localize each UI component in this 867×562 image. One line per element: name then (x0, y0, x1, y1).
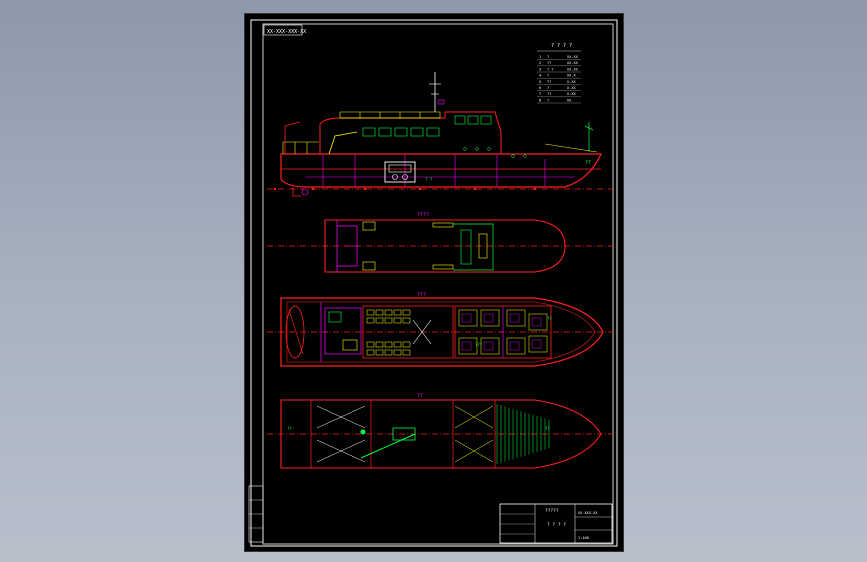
param-table-rows: 1? XX.XX 2?? XX.XX 3 ? ? XX.XX 4? XX.X 5?? X.XX 6? X… (537, 55, 581, 104)
cabin-berth (531, 339, 542, 349)
seat (375, 341, 384, 348)
param-table-heading: ? ? ? ? (551, 43, 572, 49)
cabin (458, 309, 478, 327)
param-cell: X.XX (567, 80, 576, 84)
param-cell: 7 (539, 92, 541, 96)
svg-text:??: ?? (287, 426, 292, 431)
ship-general-arrangement: XX-XXX-XXX-XX ? ? ? ? 1? XX.XX 2?? XX.XX 3 ? … (248, 19, 618, 547)
param-cell: ? (547, 55, 549, 59)
cabin (528, 335, 548, 353)
parameter-table: ? ? ? ? 1? XX.XX2?? XX.XX3? ? XX.XX4? XX.X5?… (537, 43, 581, 104)
cabin (528, 313, 548, 331)
seat (366, 341, 375, 348)
main-deck-label: ??? (417, 292, 426, 298)
seat (375, 349, 384, 356)
cabin-berth (509, 341, 520, 351)
cabin-berth (483, 341, 494, 351)
cabin (506, 309, 526, 327)
saloon-seats (366, 309, 411, 356)
title-block-scale: 1:100 (578, 536, 589, 540)
hold-label: ?? (417, 393, 423, 399)
cabin-berth (461, 341, 472, 351)
param-cell: ?? (547, 92, 551, 96)
seat (393, 341, 402, 348)
engine-machinery (384, 161, 416, 183)
param-cell: 4 (539, 74, 541, 78)
cabin-berth (461, 313, 472, 323)
svg-text:??: ?? (585, 160, 591, 166)
hold-plan: ?? ?? ?? (267, 393, 613, 469)
svg-text:? ?: ? ? (425, 177, 433, 182)
seat (384, 317, 393, 324)
main-deck-plan: ??? ?? ??? (267, 292, 613, 367)
svg-text:??: ?? (545, 426, 550, 431)
param-cell: ? (547, 98, 549, 102)
aft-crane (284, 121, 301, 154)
seat (375, 317, 384, 324)
seat (393, 349, 402, 356)
param-cell: ? (547, 74, 549, 78)
seat (366, 349, 375, 356)
drawing-sheet: XX-XXX-XXX-XX ? ? ? ? 1? XX.XX 2?? XX.XX 3 ? … (244, 13, 624, 552)
param-cell: 2 (539, 61, 541, 65)
cabin (506, 337, 526, 355)
param-cell: XX.X (567, 74, 576, 78)
seat (393, 317, 402, 324)
seat (402, 341, 411, 348)
seat (402, 309, 411, 316)
title-block-drawing-no: XX-XXX-XX (578, 511, 598, 515)
param-cell: 3 (539, 67, 541, 71)
title-tag: XX-XXX-XXX-XX (267, 29, 306, 35)
window-row (362, 115, 492, 137)
cabin (480, 337, 500, 355)
cabin (480, 309, 500, 327)
title-block-project: ????? (545, 508, 559, 514)
param-cell: X.XX (567, 92, 576, 96)
seat (384, 309, 393, 316)
param-cell: 8 (539, 98, 541, 102)
param-cell: 5 (539, 80, 541, 84)
upper-deck-plan: ???? (267, 212, 613, 273)
upper-deck-label: ???? (417, 212, 429, 218)
svg-text:??: ?? (547, 316, 552, 321)
outer-frame (250, 19, 618, 547)
seat (402, 317, 411, 324)
title-block: ????? ? ? ? ? XX-XXX-XX 1:100 (499, 503, 613, 544)
param-cell: ? ? (547, 67, 554, 71)
param-cell: XX (567, 98, 572, 102)
seat (366, 309, 375, 316)
param-cell: XX.XX (567, 67, 579, 71)
seat (384, 341, 393, 348)
cabin-berth (483, 313, 494, 323)
param-cell: 6 (539, 86, 541, 90)
seat (384, 349, 393, 356)
cabin-berth (531, 317, 542, 327)
param-cell: ? (547, 86, 549, 90)
param-cell: 1 (539, 55, 541, 59)
seat (366, 317, 375, 324)
param-cell: XX.XX (567, 55, 579, 59)
param-cell: X.XX (567, 86, 576, 90)
seat (375, 309, 384, 316)
seat (393, 309, 402, 316)
param-cell: ?? (547, 80, 551, 84)
svg-text:???: ??? (475, 342, 483, 347)
cabin-berth (509, 313, 520, 323)
param-cell: XX.XX (567, 61, 579, 65)
title-block-drawing-name: ? ? ? ? (547, 522, 566, 528)
param-cell: ?? (547, 61, 551, 65)
hull-profile (280, 153, 602, 188)
seat (402, 349, 411, 356)
